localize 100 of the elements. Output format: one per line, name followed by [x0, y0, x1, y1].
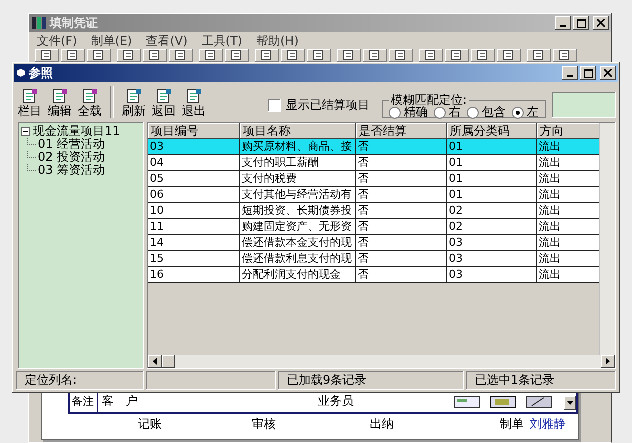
- maximize-icon: [584, 68, 592, 78]
- table-cell: 否: [356, 251, 447, 267]
- scroll-right-button[interactable]: [601, 355, 615, 368]
- toolbar-button[interactable]: [225, 49, 249, 62]
- table-cell: 流出: [537, 235, 599, 251]
- toolbar-button[interactable]: [143, 49, 167, 62]
- column-header[interactable]: 项目编号: [148, 123, 240, 139]
- table-cell: 15: [148, 251, 240, 267]
- maximize-button[interactable]: [580, 66, 596, 80]
- toolbar-button[interactable]: [35, 49, 59, 62]
- toolbar-button[interactable]: [169, 49, 193, 62]
- maximize-icon: [576, 18, 586, 28]
- toolbar-button[interactable]: [363, 49, 387, 62]
- column-header[interactable]: 所属分类码: [447, 123, 537, 139]
- toolbar-button[interactable]: 退出: [180, 89, 208, 118]
- column-header[interactable]: 项目名称: [240, 123, 356, 139]
- table-cell: 否: [356, 139, 447, 155]
- right-arrow-icon: [606, 358, 610, 365]
- signature-label: 制单: [500, 416, 524, 433]
- scroll-down-button[interactable]: [564, 396, 576, 410]
- toolbar-button[interactable]: [61, 49, 85, 62]
- column-header[interactable]: 方向: [537, 123, 599, 139]
- toolbar-button[interactable]: [471, 49, 495, 62]
- table-cell: 16: [148, 267, 240, 283]
- table-cell: 05: [148, 171, 240, 187]
- menu-item[interactable]: 查看(V): [146, 34, 188, 48]
- close-icon: [597, 19, 605, 27]
- customer-label: 客 户: [102, 393, 138, 410]
- menu-item[interactable]: 工具(T): [202, 34, 242, 48]
- toolbar-button[interactable]: [445, 49, 469, 62]
- tree-item[interactable]: 01 经营活动: [38, 138, 106, 151]
- table-row[interactable]: 16 分配利润支付的现金 否 03 流出: [148, 267, 599, 283]
- table-cell: 否: [356, 235, 447, 251]
- books-icon: [31, 16, 47, 30]
- column-header[interactable]: 是否结算: [356, 123, 447, 139]
- menu-item[interactable]: 帮助(H): [256, 34, 299, 48]
- window-title: 填制凭证: [50, 14, 98, 32]
- menu-item[interactable]: 文件(F): [37, 34, 78, 48]
- card-icon: [526, 396, 552, 408]
- table-cell: 否: [356, 219, 447, 235]
- table-row[interactable]: 11 购建固定资产、无形资 否 02 流出: [148, 219, 599, 235]
- toolbar-button[interactable]: 刷新: [120, 89, 148, 118]
- toolbar-button[interactable]: [389, 49, 413, 62]
- table-cell: 流出: [537, 251, 599, 267]
- signature-name: 刘雅静: [530, 416, 566, 433]
- cube-icon: [16, 68, 26, 78]
- table-row[interactable]: 03 购买原材料、商品、接 否 01 流出: [148, 139, 599, 155]
- document-icon: [126, 89, 142, 104]
- collapse-icon[interactable]: [21, 127, 30, 136]
- document-icon: [52, 89, 68, 104]
- table-row[interactable]: 04 支付的职工薪酬 否 01 流出: [148, 155, 599, 171]
- menu-item[interactable]: 制单(E): [91, 34, 132, 48]
- table-row[interactable]: 15 偿还借款利息支付的现 否 03 流出: [148, 251, 599, 267]
- show-settled-checkbox[interactable]: 显示已结算项目: [268, 97, 370, 114]
- table-cell: 01: [447, 187, 537, 203]
- toolbar-button[interactable]: 返回: [150, 89, 178, 118]
- tree-item[interactable]: 现金流量项目11: [33, 125, 120, 138]
- tree-item[interactable]: 02 投资活动: [38, 151, 106, 164]
- table-row[interactable]: 10 短期投资、长期债券投 否 02 流出: [148, 203, 599, 219]
- toolbar-button[interactable]: [337, 49, 361, 62]
- toolbar-button[interactable]: [87, 49, 111, 62]
- table-row[interactable]: 14 偿还借款本金支付的现 否 03 流出: [148, 235, 599, 251]
- toolbar-button[interactable]: [419, 49, 443, 62]
- toolbar-button[interactable]: [497, 49, 521, 62]
- table-cell: 流出: [537, 219, 599, 235]
- horizontal-scrollbar[interactable]: [148, 355, 615, 368]
- table-cell: 否: [356, 203, 447, 219]
- toolbar-button[interactable]: [199, 49, 223, 62]
- table-cell: 02: [447, 219, 537, 235]
- table-row[interactable]: 06 支付其他与经营活动有 否 01 流出: [148, 187, 599, 203]
- table-cell: 流出: [537, 139, 599, 155]
- toolbar-button[interactable]: [307, 49, 331, 62]
- toolbar-button[interactable]: 编辑: [46, 89, 74, 118]
- down-arrow-icon: [566, 401, 574, 405]
- table-cell: 否: [356, 171, 447, 187]
- toolbar-button[interactable]: [117, 49, 141, 62]
- minimize-button[interactable]: [562, 66, 578, 80]
- toolbar-button[interactable]: [553, 49, 577, 62]
- vertical-scrollbar[interactable]: [599, 123, 615, 355]
- status-text: 已加载9条记录: [287, 372, 367, 389]
- scroll-thumb[interactable]: [162, 355, 175, 368]
- table-row[interactable]: 05 支付的税费 否 01 流出: [148, 171, 599, 187]
- scroll-left-button[interactable]: [148, 355, 162, 368]
- toolbar-button[interactable]: [255, 49, 279, 62]
- toolbar-button[interactable]: 栏目: [16, 89, 44, 118]
- salesperson-label: 业务员: [318, 393, 354, 410]
- toolbar-button[interactable]: [281, 49, 305, 62]
- tree-item[interactable]: 03 筹资活动: [38, 164, 106, 177]
- radio-option[interactable]: 左: [512, 104, 539, 121]
- table-cell: 02: [447, 203, 537, 219]
- toolbar-button[interactable]: 全载: [76, 89, 104, 118]
- close-button[interactable]: [600, 66, 616, 80]
- locate-input-field[interactable]: [552, 92, 616, 118]
- radio-option[interactable]: 包含: [467, 104, 506, 121]
- toolbar-button[interactable]: [527, 49, 551, 62]
- table-cell: 否: [356, 267, 447, 283]
- group-label: 模糊匹配定位:: [390, 92, 468, 107]
- table-cell: 01: [447, 155, 537, 171]
- signature-label: 审核: [252, 416, 276, 433]
- table-cell: 14: [148, 235, 240, 251]
